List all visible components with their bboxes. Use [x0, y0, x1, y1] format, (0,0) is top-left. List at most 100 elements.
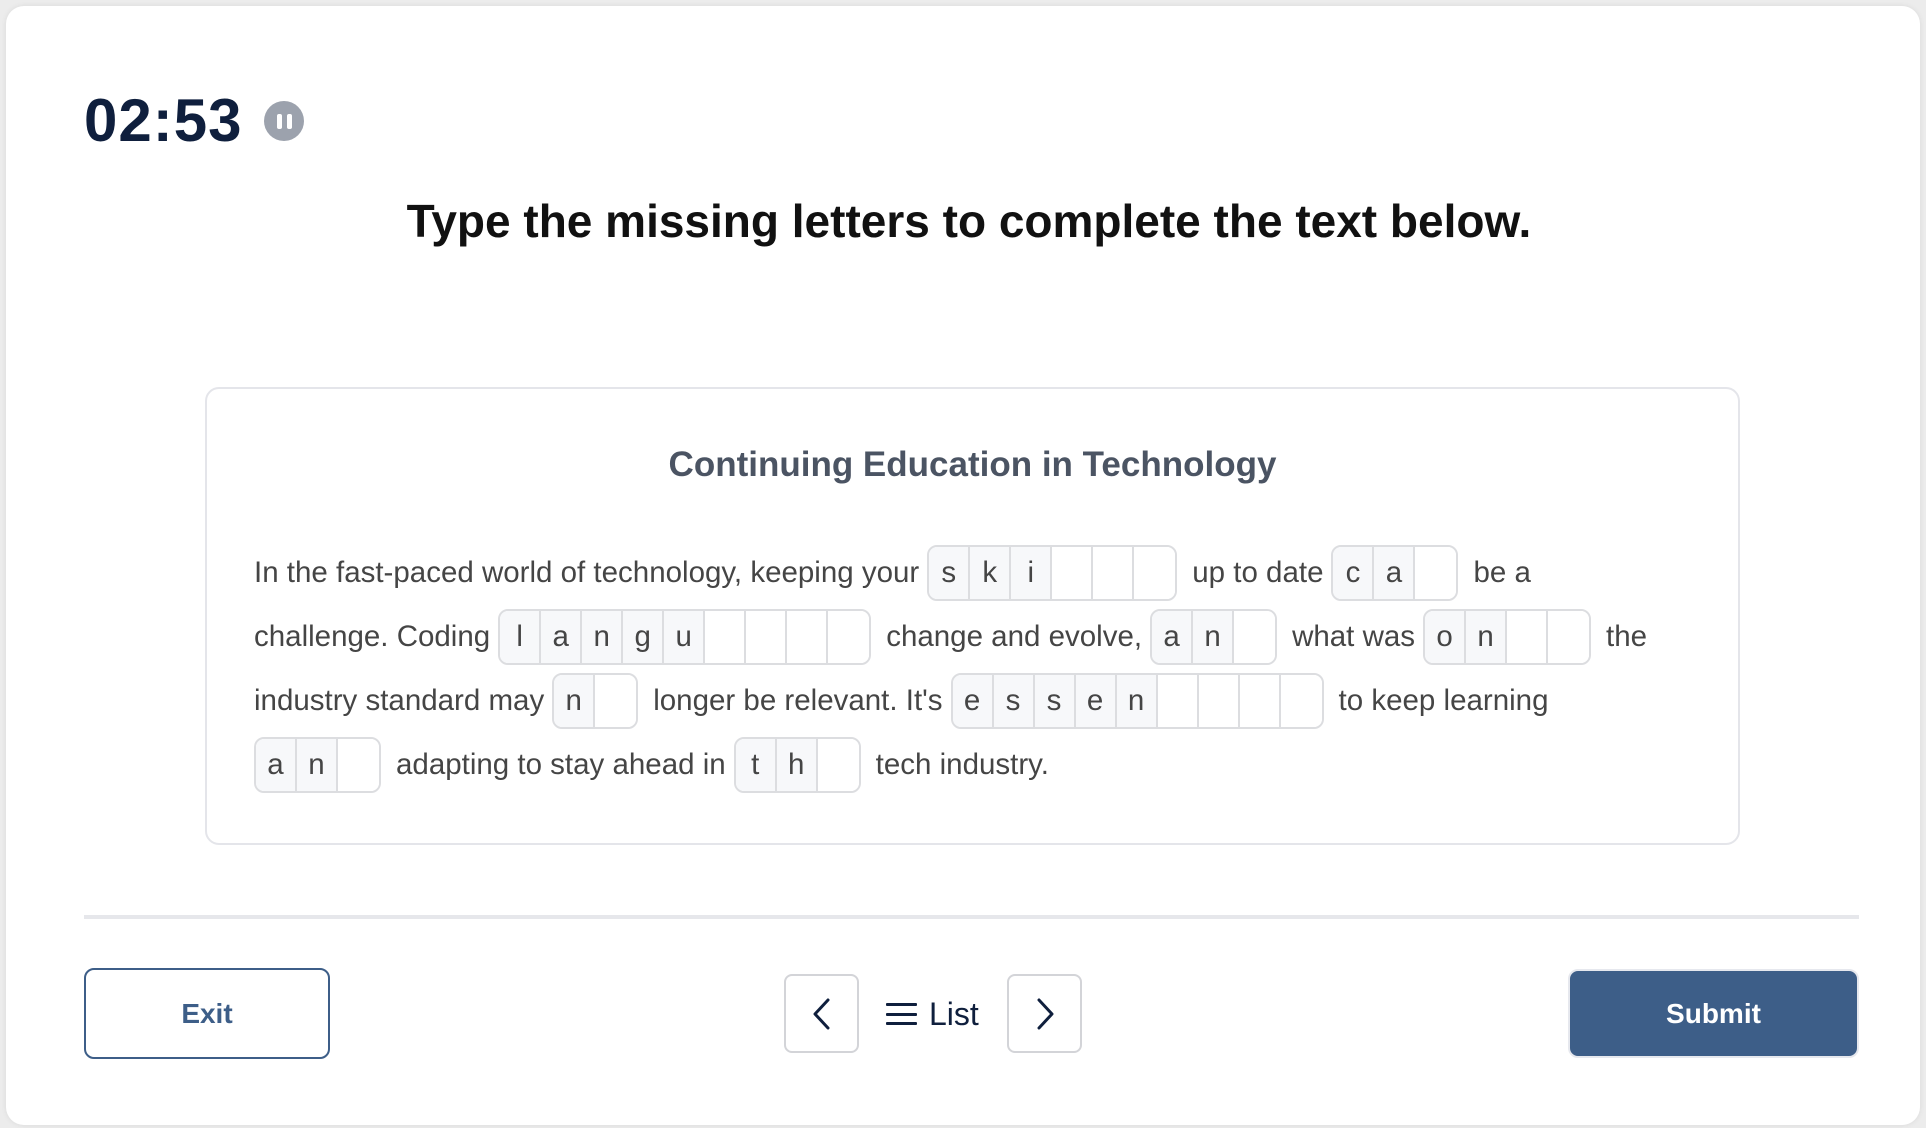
- instruction-heading: Type the missing letters to complete the…: [406, 195, 1532, 247]
- chevron-left-icon: [813, 998, 829, 1029]
- word-gap: an: [1150, 609, 1278, 665]
- letter-input[interactable]: [787, 611, 827, 663]
- given-letter: c: [1333, 547, 1375, 599]
- exercise-panel: 02:53 Type the missing letters to comple…: [6, 6, 1920, 1125]
- word-gap: an: [254, 737, 381, 793]
- given-letter: n: [297, 739, 338, 791]
- passage-line-2: challenge. Coding l a n g u change and evolve,…: [254, 609, 1647, 665]
- letter-input-cell[interactable]: [1157, 675, 1199, 727]
- given-letter: a: [256, 739, 297, 791]
- given-letter: a: [541, 611, 583, 663]
- passage-text: longer be relevant. It's: [653, 684, 943, 717]
- timer: 02:53: [84, 86, 305, 156]
- word-gap: ca: [1331, 545, 1459, 601]
- letter-input[interactable]: [1052, 547, 1092, 599]
- letter-input-cell[interactable]: [338, 739, 379, 791]
- letter-input[interactable]: [1280, 675, 1322, 727]
- letter-input[interactable]: [1234, 611, 1276, 663]
- letter-input-cell[interactable]: [705, 611, 747, 663]
- given-letter: a: [1152, 611, 1194, 663]
- next-button[interactable]: [1007, 974, 1082, 1053]
- given-letter: n: [1466, 611, 1508, 663]
- word-gap: on: [1423, 609, 1592, 665]
- letter-input-cell[interactable]: [1280, 675, 1322, 727]
- timer-display: 02:53: [84, 87, 243, 154]
- letter-input[interactable]: [1548, 611, 1590, 663]
- given-letter: i: [1011, 547, 1053, 599]
- letter-input-cell[interactable]: [1507, 611, 1549, 663]
- given-letter: n: [1193, 611, 1235, 663]
- letter-input-cell[interactable]: [828, 611, 870, 663]
- letter-input[interactable]: [1239, 675, 1279, 727]
- passage-text: industry standard may: [254, 684, 545, 717]
- given-letter: t: [735, 739, 777, 791]
- word-gap: essen: [950, 673, 1324, 729]
- given-letter: e: [952, 675, 994, 727]
- passage-text: the: [1606, 620, 1648, 653]
- chevron-right-icon: [1037, 998, 1053, 1029]
- letter-input[interactable]: [1157, 675, 1197, 727]
- letter-input[interactable]: [595, 675, 637, 727]
- word-gap: th: [733, 737, 861, 793]
- exit-button[interactable]: Exit: [84, 968, 330, 1059]
- letter-input-cell[interactable]: [1093, 547, 1135, 599]
- previous-button[interactable]: [784, 974, 859, 1053]
- pause-icon[interactable]: [264, 101, 305, 141]
- letter-input[interactable]: [1415, 547, 1457, 599]
- passage-card: Continuing Education in Technology In th…: [205, 387, 1740, 845]
- given-letter: l: [500, 611, 542, 663]
- given-letter: s: [993, 675, 1035, 727]
- letter-input-cell[interactable]: [1134, 547, 1176, 599]
- given-letter: s: [1034, 675, 1076, 727]
- passage-line-3: industry standard may n longer be relevant…: [254, 673, 1548, 729]
- passage-text: change and evolve,: [886, 620, 1143, 653]
- footer-divider: [84, 915, 1859, 919]
- letter-input-cell[interactable]: [1548, 611, 1590, 663]
- given-letter: h: [776, 739, 818, 791]
- letter-input-cell[interactable]: [746, 611, 788, 663]
- passage-text: adapting to stay ahead in: [396, 748, 726, 781]
- submit-button[interactable]: Submit: [1568, 969, 1859, 1058]
- passage-text: tech industry.: [875, 748, 1049, 781]
- passage-line-4: a n adapting to stay ahead in t h tech indust…: [254, 737, 1049, 793]
- letter-input[interactable]: [1093, 547, 1133, 599]
- given-letter: a: [1374, 547, 1416, 599]
- letter-input-cell[interactable]: [595, 675, 637, 727]
- given-letter: g: [623, 611, 665, 663]
- passage-text: up to date: [1192, 556, 1324, 589]
- given-letter: s: [929, 547, 971, 599]
- letter-input-cell[interactable]: [787, 611, 829, 663]
- list-button[interactable]: List: [886, 986, 979, 1042]
- letter-input-cell[interactable]: [1415, 547, 1457, 599]
- letter-input[interactable]: [1134, 547, 1176, 599]
- letter-input-cell[interactable]: [1198, 675, 1240, 727]
- given-letter: n: [1116, 675, 1158, 727]
- passage-text: be a: [1473, 556, 1531, 589]
- letter-input-cell[interactable]: [817, 739, 859, 791]
- passage-text: what was: [1292, 620, 1416, 653]
- passage-text: In the fast-paced world of technology, k…: [254, 556, 920, 589]
- given-letter: o: [1425, 611, 1467, 663]
- letter-input[interactable]: [746, 611, 786, 663]
- letter-input-cell[interactable]: [1239, 675, 1281, 727]
- given-letter: u: [664, 611, 706, 663]
- letter-input[interactable]: [338, 739, 379, 791]
- list-label: List: [929, 995, 979, 1032]
- letter-input[interactable]: [705, 611, 745, 663]
- letter-input[interactable]: [817, 739, 859, 791]
- letter-input[interactable]: [1507, 611, 1547, 663]
- passage-line-1: In the fast-paced world of technology, k…: [254, 545, 1531, 601]
- given-letter: k: [970, 547, 1012, 599]
- letter-input[interactable]: [1198, 675, 1238, 727]
- letter-input[interactable]: [828, 611, 870, 663]
- word-gap: ski: [927, 545, 1178, 601]
- passage-text: challenge. Coding: [254, 620, 491, 653]
- menu-icon: [886, 1003, 917, 1025]
- word-gap: langu: [498, 609, 872, 665]
- letter-input-cell[interactable]: [1052, 547, 1094, 599]
- letter-input-cell[interactable]: [1234, 611, 1276, 663]
- word-gap: n: [552, 673, 639, 729]
- given-letter: e: [1075, 675, 1117, 727]
- passage-text: to keep learning: [1338, 684, 1549, 717]
- passage-title: Continuing Education in Technology: [668, 445, 1277, 484]
